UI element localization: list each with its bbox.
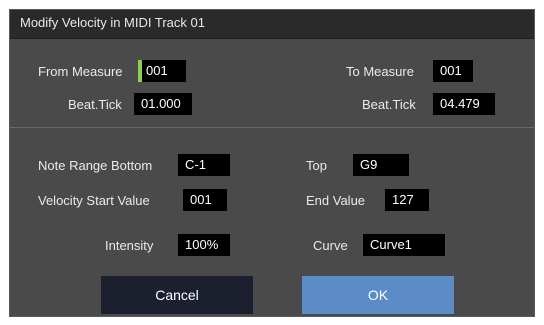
cancel-button[interactable]: Cancel xyxy=(101,276,253,314)
intensity-label: Intensity xyxy=(105,238,154,253)
curve-label: Curve xyxy=(313,238,348,253)
velocity-start-field[interactable]: 001 xyxy=(183,189,227,211)
dialog-title: Modify Velocity in MIDI Track 01 xyxy=(20,15,205,30)
to-measure-label: To Measure xyxy=(346,64,414,79)
note-range-top-field[interactable]: G9 xyxy=(353,154,409,176)
intensity-field[interactable]: 100% xyxy=(178,234,230,256)
note-range-bottom-label: Note Range Bottom xyxy=(38,158,153,173)
curve-field[interactable]: Curve1 xyxy=(363,234,445,256)
velocity-end-label: End Value xyxy=(306,193,366,208)
section-divider xyxy=(10,127,534,128)
to-beat-tick-label: Beat.Tick xyxy=(362,97,416,112)
modify-velocity-dialog: Modify Velocity in MIDI Track 01 From Me… xyxy=(9,9,535,317)
to-measure-field[interactable]: 001 xyxy=(433,60,473,82)
note-range-top-label: Top xyxy=(306,158,327,173)
velocity-end-field[interactable]: 127 xyxy=(385,189,429,211)
from-measure-field[interactable]: 001 xyxy=(138,60,186,82)
from-beat-tick-label: Beat.Tick xyxy=(68,97,122,112)
ok-button[interactable]: OK xyxy=(302,276,454,314)
dialog-titlebar: Modify Velocity in MIDI Track 01 xyxy=(10,10,534,39)
note-range-bottom-field[interactable]: C-1 xyxy=(178,154,230,176)
velocity-start-label: Velocity Start Value xyxy=(38,193,150,208)
to-beat-tick-field[interactable]: 04.479 xyxy=(433,93,495,115)
from-beat-tick-field[interactable]: 01.000 xyxy=(134,93,192,115)
from-measure-label: From Measure xyxy=(38,64,123,79)
